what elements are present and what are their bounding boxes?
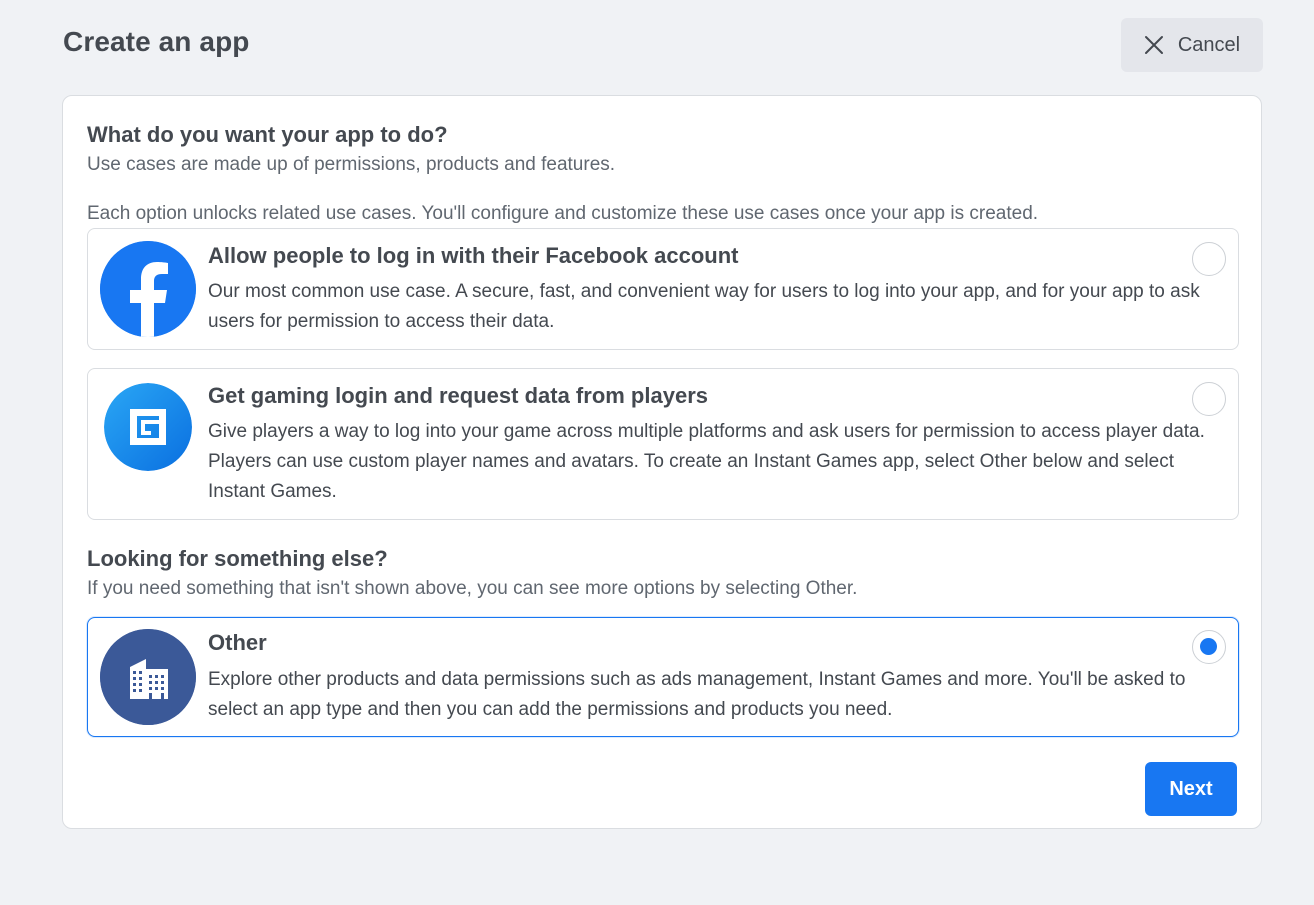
radio-gaming-login[interactable] xyxy=(1192,382,1226,416)
use-case-note: Each option unlocks related use cases. Y… xyxy=(87,203,1039,224)
cancel-label: Cancel xyxy=(1177,33,1241,56)
page-title: Create an app xyxy=(63,26,250,57)
option-description: Give players a way to log into your game… xyxy=(208,421,1205,502)
use-case-subtitle: Use cases are made up of permissions, pr… xyxy=(87,154,616,175)
radio-selected-dot xyxy=(1200,638,1217,655)
other-subtitle: If you need something that isn't shown a… xyxy=(87,578,858,599)
facebook-gaming-icon xyxy=(104,383,192,471)
option-title: Get gaming login and request data from p… xyxy=(208,383,708,408)
option-other[interactable]: Other Explore other products and data pe… xyxy=(87,617,1239,737)
other-heading: Looking for something else? xyxy=(87,546,388,571)
header: Create an app Cancel xyxy=(63,18,1263,72)
radio-facebook-login[interactable] xyxy=(1192,242,1226,276)
cancel-button[interactable]: Cancel xyxy=(1121,18,1263,72)
use-case-heading: What do you want your app to do? xyxy=(87,122,448,147)
option-description: Our most common use case. A secure, fast… xyxy=(208,281,1200,332)
option-description: Explore other products and data permissi… xyxy=(208,669,1186,720)
create-app-card: What do you want your app to do? Use cas… xyxy=(62,95,1262,829)
next-button[interactable]: Next xyxy=(1145,762,1237,816)
option-gaming-login[interactable]: Get gaming login and request data from p… xyxy=(87,368,1239,520)
radio-other[interactable] xyxy=(1192,630,1226,664)
create-app-page: Create an app Cancel What do you want yo… xyxy=(0,0,1314,905)
building-icon xyxy=(100,629,196,725)
option-facebook-login[interactable]: Allow people to log in with their Facebo… xyxy=(87,228,1239,350)
facebook-logo-icon xyxy=(100,241,196,337)
close-icon xyxy=(1144,35,1164,55)
option-title: Other xyxy=(208,630,267,655)
option-title: Allow people to log in with their Facebo… xyxy=(208,243,739,268)
